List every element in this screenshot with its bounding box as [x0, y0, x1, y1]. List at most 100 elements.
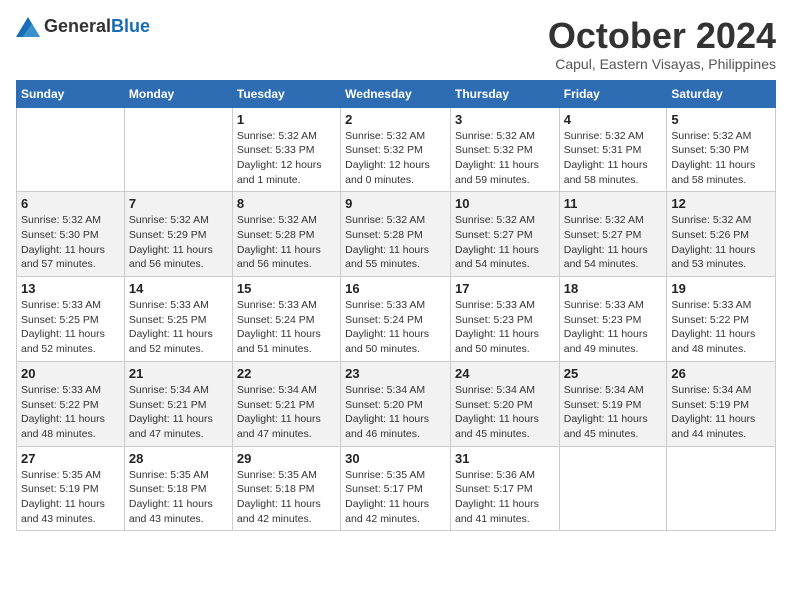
- calendar-cell: 7 Sunrise: 5:32 AMSunset: 5:29 PMDaylight…: [124, 192, 232, 277]
- day-number: 29: [237, 451, 336, 466]
- day-detail: Sunrise: 5:32 AMSunset: 5:30 PMDaylight:…: [671, 129, 771, 188]
- calendar-cell: 22 Sunrise: 5:34 AMSunset: 5:21 PMDayligh…: [232, 361, 340, 446]
- day-detail: Sunrise: 5:32 AMSunset: 5:26 PMDaylight:…: [671, 213, 771, 272]
- day-number: 22: [237, 366, 336, 381]
- logo-blue: Blue: [111, 16, 150, 36]
- logo-text: GeneralBlue: [44, 16, 150, 37]
- day-detail: Sunrise: 5:32 AMSunset: 5:32 PMDaylight:…: [455, 129, 555, 188]
- calendar-cell: 28Sunrise: 5:35 AMSunset: 5:18 PMDayligh…: [124, 446, 232, 531]
- column-header-sunday: Sunday: [17, 80, 125, 107]
- week-row-4: 20Sunrise: 5:33 AMSunset: 5:22 PMDayligh…: [17, 361, 776, 446]
- logo-icon: [16, 17, 40, 37]
- calendar-cell: 4 Sunrise: 5:32 AMSunset: 5:31 PMDaylight…: [559, 107, 667, 192]
- day-detail: Sunrise: 5:33 AMSunset: 5:25 PMDaylight:…: [21, 298, 120, 357]
- calendar-cell: 10 Sunrise: 5:32 AMSunset: 5:27 PMDayligh…: [450, 192, 559, 277]
- column-header-thursday: Thursday: [450, 80, 559, 107]
- day-number: 16: [345, 281, 446, 296]
- title-block: October 2024 Capul, Eastern Visayas, Phi…: [548, 16, 776, 72]
- day-number: 10: [455, 196, 555, 211]
- day-detail: Sunrise: 5:35 AMSunset: 5:17 PMDaylight:…: [345, 468, 446, 527]
- calendar-cell: 12 Sunrise: 5:32 AMSunset: 5:26 PMDayligh…: [667, 192, 776, 277]
- calendar-cell: 30 Sunrise: 5:35 AMSunset: 5:17 PMDayligh…: [341, 446, 451, 531]
- day-number: 13: [21, 281, 120, 296]
- day-detail: Sunrise: 5:32 AMSunset: 5:28 PMDaylight:…: [237, 213, 336, 272]
- day-number: 12: [671, 196, 771, 211]
- day-detail: Sunrise: 5:33 AMSunset: 5:22 PMDaylight:…: [21, 383, 120, 442]
- day-number: 26: [671, 366, 771, 381]
- calendar-cell: 9Sunrise: 5:32 AMSunset: 5:28 PMDaylight…: [341, 192, 451, 277]
- day-number: 7: [129, 196, 228, 211]
- day-number: 8: [237, 196, 336, 211]
- month-title: October 2024: [548, 16, 776, 56]
- day-number: 19: [671, 281, 771, 296]
- day-detail: Sunrise: 5:32 AMSunset: 5:31 PMDaylight:…: [564, 129, 663, 188]
- page-header: GeneralBlue October 2024 Capul, Eastern …: [16, 16, 776, 72]
- day-detail: Sunrise: 5:32 AMSunset: 5:30 PMDaylight:…: [21, 213, 120, 272]
- day-detail: Sunrise: 5:35 AMSunset: 5:18 PMDaylight:…: [129, 468, 228, 527]
- day-number: 21: [129, 366, 228, 381]
- column-header-wednesday: Wednesday: [341, 80, 451, 107]
- logo: GeneralBlue: [16, 16, 150, 37]
- day-number: 23: [345, 366, 446, 381]
- week-row-2: 6 Sunrise: 5:32 AMSunset: 5:30 PMDaylight…: [17, 192, 776, 277]
- day-detail: Sunrise: 5:35 AMSunset: 5:19 PMDaylight:…: [21, 468, 120, 527]
- calendar-cell: 14Sunrise: 5:33 AMSunset: 5:25 PMDayligh…: [124, 277, 232, 362]
- calendar-cell: 17Sunrise: 5:33 AMSunset: 5:23 PMDayligh…: [450, 277, 559, 362]
- day-detail: Sunrise: 5:34 AMSunset: 5:19 PMDaylight:…: [564, 383, 663, 442]
- day-detail: Sunrise: 5:32 AMSunset: 5:27 PMDaylight:…: [564, 213, 663, 272]
- calendar-cell: 11 Sunrise: 5:32 AMSunset: 5:27 PMDayligh…: [559, 192, 667, 277]
- calendar-body: 1Sunrise: 5:32 AMSunset: 5:33 PMDaylight…: [17, 107, 776, 531]
- calendar-cell: 20Sunrise: 5:33 AMSunset: 5:22 PMDayligh…: [17, 361, 125, 446]
- calendar-cell: 5 Sunrise: 5:32 AMSunset: 5:30 PMDaylight…: [667, 107, 776, 192]
- day-detail: Sunrise: 5:34 AMSunset: 5:20 PMDaylight:…: [345, 383, 446, 442]
- day-detail: Sunrise: 5:36 AMSunset: 5:17 PMDaylight:…: [455, 468, 555, 527]
- header-row: SundayMondayTuesdayWednesdayThursdayFrid…: [17, 80, 776, 107]
- logo-general: General: [44, 16, 111, 36]
- calendar-cell: 6 Sunrise: 5:32 AMSunset: 5:30 PMDaylight…: [17, 192, 125, 277]
- day-number: 15: [237, 281, 336, 296]
- calendar-header: SundayMondayTuesdayWednesdayThursdayFrid…: [17, 80, 776, 107]
- day-detail: Sunrise: 5:32 AMSunset: 5:32 PMDaylight:…: [345, 129, 446, 188]
- day-number: 27: [21, 451, 120, 466]
- calendar-table: SundayMondayTuesdayWednesdayThursdayFrid…: [16, 80, 776, 532]
- calendar-cell: 2Sunrise: 5:32 AMSunset: 5:32 PMDaylight…: [341, 107, 451, 192]
- week-row-5: 27 Sunrise: 5:35 AMSunset: 5:19 PMDayligh…: [17, 446, 776, 531]
- calendar-cell: 8 Sunrise: 5:32 AMSunset: 5:28 PMDaylight…: [232, 192, 340, 277]
- day-number: 24: [455, 366, 555, 381]
- calendar-cell: 15Sunrise: 5:33 AMSunset: 5:24 PMDayligh…: [232, 277, 340, 362]
- column-header-tuesday: Tuesday: [232, 80, 340, 107]
- day-number: 5: [671, 112, 771, 127]
- day-detail: Sunrise: 5:32 AMSunset: 5:33 PMDaylight:…: [237, 129, 336, 188]
- day-number: 11: [564, 196, 663, 211]
- day-detail: Sunrise: 5:33 AMSunset: 5:23 PMDaylight:…: [455, 298, 555, 357]
- calendar-cell: 18Sunrise: 5:33 AMSunset: 5:23 PMDayligh…: [559, 277, 667, 362]
- day-detail: Sunrise: 5:34 AMSunset: 5:20 PMDaylight:…: [455, 383, 555, 442]
- calendar-cell: 13 Sunrise: 5:33 AMSunset: 5:25 PMDayligh…: [17, 277, 125, 362]
- calendar-cell: [124, 107, 232, 192]
- day-number: 3: [455, 112, 555, 127]
- location-subtitle: Capul, Eastern Visayas, Philippines: [548, 56, 776, 72]
- day-detail: Sunrise: 5:34 AMSunset: 5:21 PMDaylight:…: [129, 383, 228, 442]
- calendar-cell: 3 Sunrise: 5:32 AMSunset: 5:32 PMDaylight…: [450, 107, 559, 192]
- day-number: 14: [129, 281, 228, 296]
- calendar-cell: [559, 446, 667, 531]
- day-detail: Sunrise: 5:32 AMSunset: 5:27 PMDaylight:…: [455, 213, 555, 272]
- week-row-1: 1Sunrise: 5:32 AMSunset: 5:33 PMDaylight…: [17, 107, 776, 192]
- day-number: 6: [21, 196, 120, 211]
- calendar-cell: 26 Sunrise: 5:34 AMSunset: 5:19 PMDayligh…: [667, 361, 776, 446]
- day-detail: Sunrise: 5:34 AMSunset: 5:21 PMDaylight:…: [237, 383, 336, 442]
- column-header-saturday: Saturday: [667, 80, 776, 107]
- day-number: 30: [345, 451, 446, 466]
- day-detail: Sunrise: 5:35 AMSunset: 5:18 PMDaylight:…: [237, 468, 336, 527]
- day-number: 25: [564, 366, 663, 381]
- calendar-cell: 25 Sunrise: 5:34 AMSunset: 5:19 PMDayligh…: [559, 361, 667, 446]
- calendar-cell: 24 Sunrise: 5:34 AMSunset: 5:20 PMDayligh…: [450, 361, 559, 446]
- calendar-cell: 29 Sunrise: 5:35 AMSunset: 5:18 PMDayligh…: [232, 446, 340, 531]
- calendar-cell: 31Sunrise: 5:36 AMSunset: 5:17 PMDayligh…: [450, 446, 559, 531]
- calendar-cell: 19Sunrise: 5:33 AMSunset: 5:22 PMDayligh…: [667, 277, 776, 362]
- day-number: 4: [564, 112, 663, 127]
- day-detail: Sunrise: 5:32 AMSunset: 5:29 PMDaylight:…: [129, 213, 228, 272]
- day-detail: Sunrise: 5:32 AMSunset: 5:28 PMDaylight:…: [345, 213, 446, 272]
- day-detail: Sunrise: 5:34 AMSunset: 5:19 PMDaylight:…: [671, 383, 771, 442]
- day-number: 18: [564, 281, 663, 296]
